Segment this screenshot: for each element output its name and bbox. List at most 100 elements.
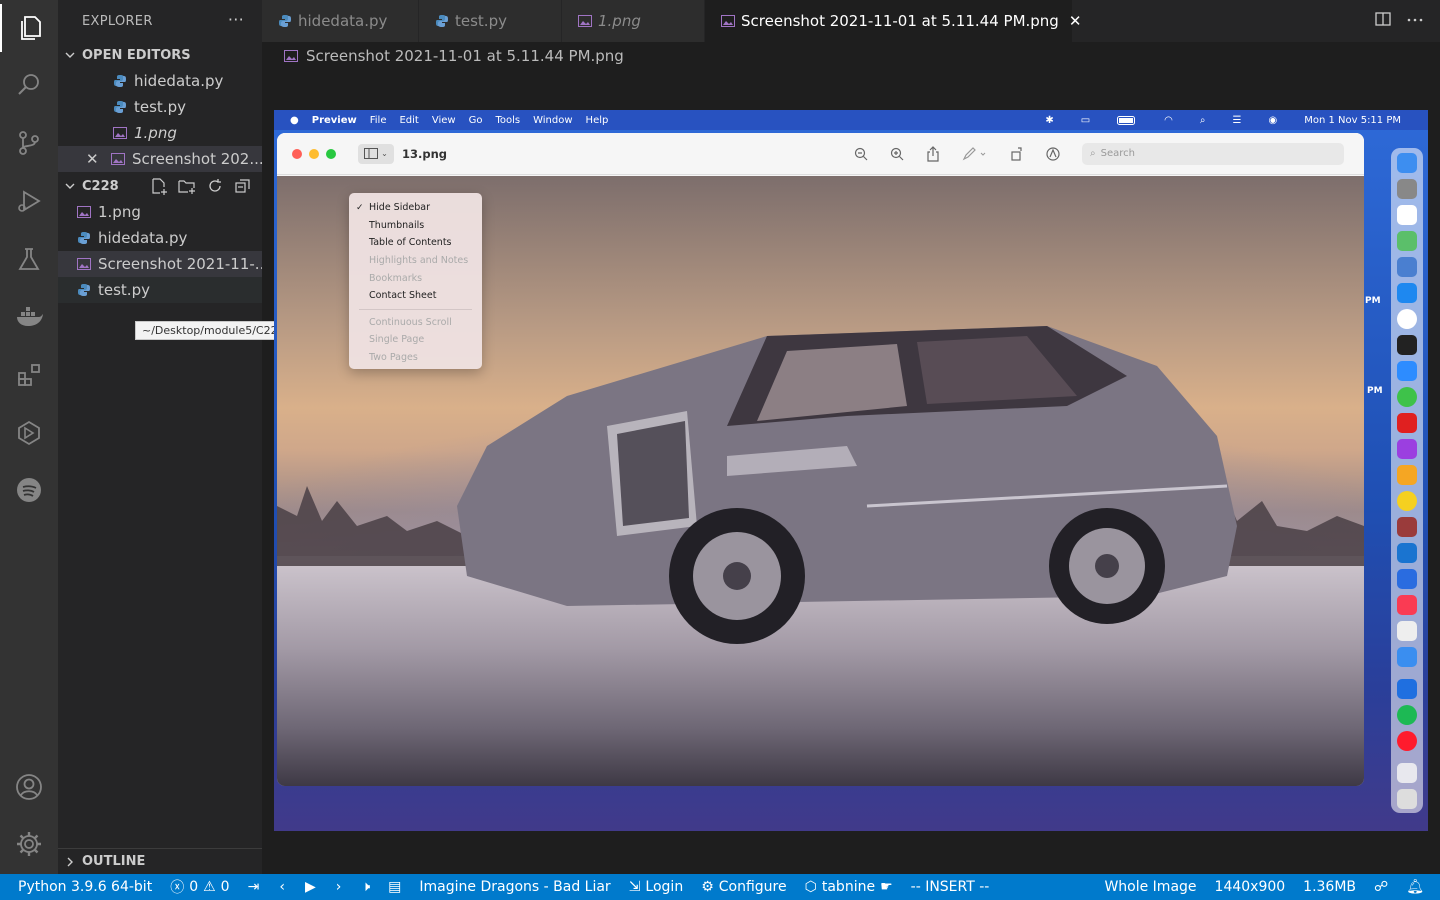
explorer-title: EXPLORER ··· (58, 0, 262, 42)
tab-test[interactable]: test.py (419, 0, 562, 42)
source-control-icon[interactable] (0, 119, 58, 167)
gear-icon: ⚙ (701, 879, 714, 895)
vscode-icon (1397, 543, 1417, 563)
split-editor-icon[interactable] (1374, 10, 1392, 28)
preview-search-field: ⌕ Search (1082, 142, 1344, 165)
file-label: 1.png (98, 203, 141, 221)
tab-label: test.py (455, 12, 507, 30)
menubar-item: Preview (311, 114, 357, 126)
menubar-item: Go (468, 114, 483, 126)
image-dimensions-label: 1440x900 (1214, 879, 1286, 895)
account-icon[interactable] (0, 763, 58, 811)
bell-icon[interactable]: 🔔︎ (1406, 879, 1424, 895)
configure-button[interactable]: ⚙ Configure (701, 879, 786, 895)
explorer-more-button[interactable]: ··· (228, 10, 244, 29)
mac-dock (1391, 148, 1423, 813)
open-editor-item-active[interactable]: ✕ Screenshot 202... (58, 146, 262, 172)
file-item[interactable]: test.py (58, 277, 262, 303)
run-debug-icon[interactable] (0, 177, 58, 225)
activity-bar (0, 0, 58, 874)
python-interpreter[interactable]: Python 3.9.6 64-bit (18, 879, 152, 895)
finder-icon (1397, 153, 1417, 173)
python-file-icon (112, 73, 128, 89)
close-icon[interactable]: ✕ (1069, 12, 1082, 30)
file-item[interactable]: hidedata.py (58, 225, 262, 251)
image-file-icon (284, 50, 298, 62)
spotlight-icon: ⌕ (1199, 114, 1206, 126)
battery-icon (1117, 115, 1137, 125)
search-icon[interactable] (0, 61, 58, 109)
previous-track-icon[interactable]: ‹ (279, 879, 285, 895)
close-icon[interactable]: ✕ (86, 150, 102, 168)
play-icon[interactable]: ▶ (305, 879, 316, 895)
explorer-icon[interactable] (0, 4, 58, 52)
now-playing[interactable]: Imagine Dragons - Bad Liar (419, 879, 610, 895)
menu-item-label: Highlights and Notes (369, 255, 469, 267)
more-actions-icon[interactable] (1406, 10, 1424, 28)
tabnine-status[interactable]: ⬡ tabnine ☛ (805, 879, 893, 895)
refresh-icon[interactable] (206, 177, 224, 195)
checkmark-icon: ✓ (356, 202, 364, 213)
problems-indicator[interactable]: ⓧ 0 ⚠ 0 (170, 877, 229, 897)
tab-1png[interactable]: 1.png (562, 0, 705, 42)
dictionary-icon (1397, 517, 1417, 537)
open-editor-label: 1.png (134, 124, 177, 142)
configure-label: Configure (718, 879, 787, 895)
open-editor-item[interactable]: hidedata.py (58, 68, 262, 94)
feedback-icon[interactable]: ☍ (1374, 879, 1388, 895)
tab-label: hidedata.py (298, 12, 388, 30)
slack-icon (1397, 679, 1417, 699)
explorer-title-text: EXPLORER (82, 13, 153, 29)
breadcrumb[interactable]: Screenshot 2021-11-01 at 5.11.44 PM.png (284, 44, 624, 68)
python-interpreter-label: Python 3.9.6 64-bit (18, 879, 153, 895)
image-zoom-status[interactable]: Whole Image (1104, 879, 1196, 895)
outline-header[interactable]: OUTLINE (58, 848, 262, 874)
menubar-item: Tools (495, 114, 521, 126)
menu-item-disabled: Highlights and Notes (349, 252, 482, 270)
maps-icon (1397, 231, 1417, 251)
background-time: PM (1367, 386, 1383, 396)
markup-pen-icon (962, 146, 988, 161)
spotify-icon[interactable] (0, 466, 58, 514)
error-count: 0 (189, 879, 199, 895)
spotify-library-icon[interactable]: ▤ (388, 879, 401, 895)
menubar-item: File (369, 114, 387, 126)
tab-screenshot[interactable]: Screenshot 2021-11-01 at 5.11.44 PM.png … (705, 0, 1081, 42)
new-folder-icon[interactable] (178, 177, 196, 195)
settings-gear-icon[interactable] (0, 820, 58, 868)
wifi-icon: ◠ (1164, 114, 1173, 126)
sublime-icon (1397, 621, 1417, 641)
menu-item-label: Thumbnails (369, 219, 425, 231)
extensions-icon[interactable] (0, 351, 58, 399)
volume-icon[interactable]: 🕨 (361, 879, 370, 895)
status-bar: Python 3.9.6 64-bit ⓧ 0 ⚠ 0 ⇥ ‹ ▶ › 🕨 ▤ … (0, 874, 1440, 900)
zoom-window-button (326, 148, 336, 159)
python-file-icon (76, 230, 92, 246)
background-time: PM (1365, 296, 1381, 306)
spotify-dock-icon (1397, 705, 1417, 725)
new-file-icon[interactable] (150, 177, 168, 195)
file-item[interactable]: 1.png (58, 199, 262, 225)
collapse-all-icon[interactable] (234, 177, 252, 195)
mac-menubar: ● Preview File Edit View Go Tools Window… (274, 110, 1428, 130)
preview-toolbar: ⌄ 13.png ⌕ Search (277, 133, 1364, 175)
open-editors-header[interactable]: OPEN EDITORS (58, 42, 262, 68)
menu-item-label: Table of Contents (369, 237, 452, 249)
docker-icon[interactable] (0, 293, 58, 341)
error-icon: ⓧ (170, 880, 185, 896)
live-share-icon[interactable]: ⇥ (248, 879, 260, 895)
remote-explorer-icon[interactable] (0, 409, 58, 457)
open-editor-item[interactable]: test.py (58, 94, 262, 120)
testing-icon[interactable] (0, 235, 58, 283)
file-item-selected[interactable]: Screenshot 2021-11-... (58, 251, 262, 277)
music-icon (1397, 595, 1417, 615)
open-editor-item[interactable]: 1.png (58, 120, 262, 146)
folder-header[interactable]: C228 (58, 173, 262, 199)
login-button[interactable]: ⇲ Login (629, 879, 684, 895)
python-file-icon (76, 282, 92, 298)
home-icon (1397, 465, 1417, 485)
tab-hidedata[interactable]: hidedata.py (262, 0, 419, 42)
pointing-hand-icon: ☛ (880, 879, 893, 895)
next-track-icon[interactable]: › (336, 879, 342, 895)
markup-icon (1046, 146, 1060, 161)
